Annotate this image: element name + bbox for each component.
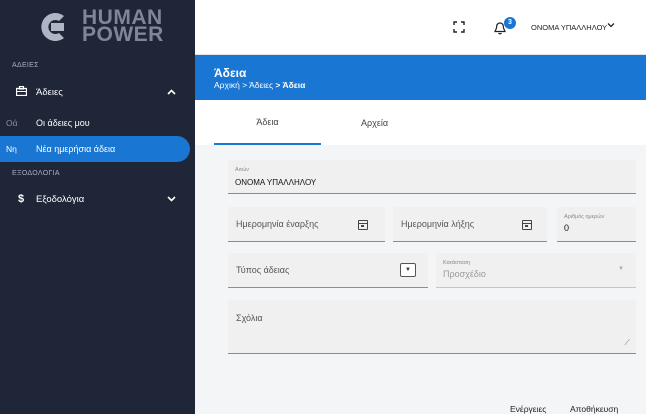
top-bar: 3 ΟΝΟΜΑ ΥΠΑΛΛΗΛΟΥ: [195, 0, 646, 55]
sidebar-item-leaves-label: Άδειες: [36, 86, 63, 98]
save-button[interactable]: Αποθήκευση: [570, 404, 618, 414]
chevron-down-icon[interactable]: [167, 194, 181, 204]
status-value: Προσχέδιο: [443, 269, 486, 279]
sidebar: HUMAN POWER ΑΔΕΙΕΣ Άδειες Οά Οι άδειες μ…: [0, 0, 195, 414]
end-date-placeholder: Ημερομηνία λήξης: [401, 219, 475, 229]
days-count-value: 0: [564, 223, 570, 233]
sidebar-item-my-leaves[interactable]: Οά Οι άδειες μου: [0, 110, 190, 136]
comments-placeholder: Σχόλια: [236, 313, 263, 323]
form-area: Αιτών ΟΝΟΜΑ ΥΠΑΛΛΗΛΟΥ Ημερομηνία έναρξης…: [195, 145, 646, 414]
sidebar-item-new-daily-leave[interactable]: Νη Νέα ημερήσια άδεια: [0, 136, 190, 162]
page-header: Άδεια Αρχική > Άδειες > Άδεια: [195, 55, 646, 100]
comments-field[interactable]: Σχόλια ⟋: [228, 300, 636, 354]
brand-line-2: POWER: [82, 23, 164, 46]
calendar-icon[interactable]: [522, 220, 532, 230]
sub-item-abbr: Οά: [6, 118, 18, 128]
sub-item-label: Οι άδειες μου: [36, 118, 90, 128]
dollar-icon: $: [17, 193, 25, 205]
section-leaves-label: ΑΔΕΙΕΣ: [12, 62, 39, 69]
status-label: Κατάσταση: [443, 260, 471, 266]
leave-type-placeholder: Τύπος άδειας: [236, 265, 290, 275]
breadcrumb-leaves[interactable]: Άδειες: [249, 80, 273, 90]
section-expenses-label: ΕΞΟΔΟΛΟΓΙΑ: [12, 170, 60, 177]
end-date-field[interactable]: Ημερομηνία λήξης: [393, 207, 547, 242]
tab-files[interactable]: Αρχεία: [321, 100, 428, 145]
requester-label: Αιτών: [235, 167, 250, 173]
start-date-placeholder: Ημερομηνία έναρξης: [236, 219, 319, 229]
days-count-field: Αριθμός ημερών 0: [557, 207, 636, 242]
logo-mark-icon: [41, 13, 64, 41]
tab-bar: Άδεια Αρχεία: [195, 100, 646, 145]
tab-leave[interactable]: Άδεια: [214, 100, 321, 145]
leave-type-select[interactable]: Τύπος άδειας ▼: [228, 253, 428, 288]
logo: HUMAN POWER: [0, 0, 195, 55]
days-count-label: Αριθμός ημερών: [564, 214, 605, 220]
start-date-field[interactable]: Ημερομηνία έναρξης: [228, 207, 385, 242]
dropdown-arrow-icon: ▼: [618, 266, 624, 272]
sidebar-item-expenses[interactable]: $ Εξοδολόγια: [0, 187, 195, 211]
sub-item-abbr: Νη: [6, 144, 17, 154]
briefcase-icon: [6, 85, 36, 99]
requester-field: Αιτών ΟΝΟΜΑ ΥΠΑΛΛΗΛΟΥ: [228, 160, 636, 194]
actions-button[interactable]: Ενέργειες: [510, 404, 546, 414]
notification-badge: 3: [504, 17, 516, 29]
status-field: Κατάσταση Προσχέδιο ▼: [436, 253, 636, 288]
breadcrumb: Αρχική > Άδειες > Άδεια: [214, 80, 305, 90]
breadcrumb-home[interactable]: Αρχική: [214, 80, 240, 90]
user-menu-name[interactable]: ΟΝΟΜΑ ΥΠΑΛΛΗΛΟΥ: [531, 23, 607, 32]
breadcrumb-current: Άδεια: [282, 80, 306, 90]
requester-value: ΟΝΟΜΑ ΥΠΑΛΛΗΛΟΥ: [235, 178, 317, 187]
dropdown-arrow-icon[interactable]: ▼: [400, 263, 416, 277]
sidebar-item-leaves[interactable]: Άδειες: [0, 80, 195, 104]
fullscreen-icon[interactable]: [453, 21, 465, 33]
sidebar-item-expenses-label: Εξοδολόγια: [36, 193, 85, 205]
page-title: Άδεια: [214, 66, 247, 80]
resize-handle-icon[interactable]: ⟋: [624, 338, 630, 348]
calendar-icon[interactable]: [358, 220, 368, 230]
sub-item-label: Νέα ημερήσια άδεια: [36, 144, 116, 154]
chevron-down-icon[interactable]: [607, 22, 615, 28]
chevron-up-icon[interactable]: [167, 87, 181, 97]
